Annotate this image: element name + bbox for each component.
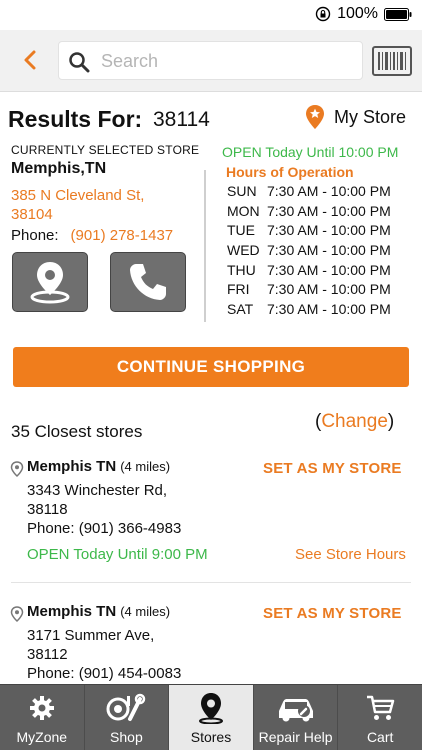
store-divider xyxy=(11,582,411,583)
change-close-paren: ) xyxy=(387,411,395,432)
selected-store-phone-row: Phone: (901) 278-1437 xyxy=(11,227,173,244)
hours-day: SUN xyxy=(227,183,257,199)
store-address-line1: 3343 Winchester Rd, xyxy=(27,482,168,499)
hours-time: 7:30 AM - 10:00 PM xyxy=(267,301,391,318)
set-as-my-store-button[interactable]: SET AS MY STORE xyxy=(263,605,402,622)
gear-icon xyxy=(28,693,56,723)
hours-time: 7:30 AM - 10:00 PM xyxy=(267,281,391,298)
hours-time: 7:30 AM - 10:00 PM xyxy=(267,242,391,259)
back-button[interactable] xyxy=(14,44,46,76)
hours-table: SUN 7:30 AM - 10:00 PM MON 7:30 AM - 10:00… xyxy=(227,183,391,321)
hours-day: WED xyxy=(227,242,260,259)
selected-store-address-line1[interactable]: 385 N Cleveland St, xyxy=(11,187,144,204)
map-pin-icon xyxy=(30,262,70,304)
search-icon xyxy=(69,52,90,73)
hours-day: FRI xyxy=(227,281,250,298)
bottom-tab-bar: MyZone Shop Stores Repair Help Cart xyxy=(0,684,422,750)
selected-store-phone[interactable]: (901) 278-1437 xyxy=(71,227,174,244)
tab-label: Cart xyxy=(366,729,394,745)
selected-store-city: Memphis,TN xyxy=(11,160,107,177)
status-bar: 100% xyxy=(0,0,422,30)
search-input[interactable] xyxy=(101,48,351,74)
tab-label: Stores xyxy=(190,729,232,745)
top-bar xyxy=(0,30,422,92)
store-pin-icon xyxy=(10,461,24,478)
results-zip: 38114 xyxy=(153,108,210,131)
change-location: (Change) xyxy=(315,411,394,433)
my-store-button[interactable]: My Store xyxy=(304,104,406,130)
store-list-item[interactable]: Memphis TN (4 miles) SET AS MY STORE 3343… xyxy=(0,458,422,578)
tab-repair-help[interactable]: Repair Help xyxy=(254,685,339,750)
battery-percent: 100% xyxy=(337,5,378,22)
chevron-left-icon xyxy=(24,50,36,70)
hours-title: Hours of Operation xyxy=(226,164,354,180)
store-phone[interactable]: Phone: (901) 366-4983 xyxy=(27,520,181,537)
location-pin-icon xyxy=(197,693,225,724)
hours-day: SAT xyxy=(227,301,254,318)
hours-row: MON 7:30 AM - 10:00 PM xyxy=(227,203,391,223)
hours-row: FRI 7:30 AM - 10:00 PM xyxy=(227,281,391,301)
my-store-pin-icon xyxy=(306,105,324,129)
column-divider xyxy=(204,170,206,322)
current-store-label: CURRENTLY SELECTED STORE xyxy=(11,143,200,157)
rotation-lock-icon xyxy=(315,6,331,22)
hours-row: TUE 7:30 AM - 10:00 PM xyxy=(227,222,391,242)
store-city: Memphis TN xyxy=(27,603,117,620)
search-box[interactable] xyxy=(58,41,363,80)
store-name: Memphis TN (4 miles) xyxy=(27,603,170,620)
store-pin-icon xyxy=(10,606,24,623)
hours-row: WED 7:30 AM - 10:00 PM xyxy=(227,242,391,262)
see-store-hours-link[interactable]: See Store Hours xyxy=(295,546,406,563)
hours-time: 7:30 AM - 10:00 PM xyxy=(267,261,391,278)
barcode-scan-button[interactable] xyxy=(372,46,412,76)
store-phone[interactable]: Phone: (901) 454-0083 xyxy=(27,665,181,682)
selected-store-phone-label: Phone: xyxy=(11,227,59,244)
cart-icon xyxy=(365,693,395,723)
barcode-icon xyxy=(372,46,412,76)
store-distance: (4 miles) xyxy=(120,604,171,619)
call-store-button[interactable] xyxy=(110,252,186,312)
tab-shop[interactable]: Shop xyxy=(85,685,170,750)
hours-day: THU xyxy=(227,261,256,278)
status-indicators: 100% xyxy=(315,5,412,23)
hours-row: SAT 7:30 AM - 10:00 PM xyxy=(227,301,391,321)
hours-time: 7:30 AM - 10:00 PM xyxy=(267,183,391,199)
closest-stores-count: 35 Closest stores xyxy=(11,422,143,441)
tab-label: MyZone xyxy=(16,729,68,745)
tab-label: Shop xyxy=(110,729,143,745)
tab-stores[interactable]: Stores xyxy=(169,685,254,750)
store-list-item[interactable]: Memphis TN (4 miles) SET AS MY STORE 3171… xyxy=(0,603,422,684)
hours-row: THU 7:30 AM - 10:00 PM xyxy=(227,262,391,282)
phone-icon xyxy=(130,264,166,300)
car-wrench-icon xyxy=(275,693,317,723)
my-store-label: My Store xyxy=(334,106,407,127)
store-address-line1: 3171 Summer Ave, xyxy=(27,627,155,644)
change-link[interactable]: Change xyxy=(321,411,388,432)
store-address-line2: 38112 xyxy=(27,646,68,663)
hours-day: MON xyxy=(227,202,260,219)
selected-store-open-status: OPEN Today Until 10:00 PM xyxy=(222,144,399,160)
store-distance: (4 miles) xyxy=(120,459,171,474)
results-title: Results For: xyxy=(8,106,143,132)
tab-label: Repair Help xyxy=(258,729,333,745)
store-name: Memphis TN (4 miles) xyxy=(27,458,170,475)
parts-icon xyxy=(106,693,146,723)
hours-time: 7:30 AM - 10:00 PM xyxy=(267,202,391,219)
set-as-my-store-button[interactable]: SET AS MY STORE xyxy=(263,460,402,477)
continue-shopping-button[interactable]: CONTINUE SHOPPING xyxy=(13,347,409,387)
tab-myzone[interactable]: MyZone xyxy=(0,685,85,750)
battery-icon xyxy=(384,7,412,21)
directions-button[interactable] xyxy=(12,252,88,312)
hours-day: TUE xyxy=(227,222,255,239)
selected-store-address-line2[interactable]: 38104 xyxy=(11,206,53,223)
hours-row: SUN 7:30 AM - 10:00 PM xyxy=(227,183,391,203)
tab-cart[interactable]: Cart xyxy=(338,685,422,750)
store-city: Memphis TN xyxy=(27,458,117,475)
hours-time: 7:30 AM - 10:00 PM xyxy=(267,222,391,239)
store-address-line2: 38118 xyxy=(27,501,68,518)
store-open-status: OPEN Today Until 9:00 PM xyxy=(27,546,208,563)
